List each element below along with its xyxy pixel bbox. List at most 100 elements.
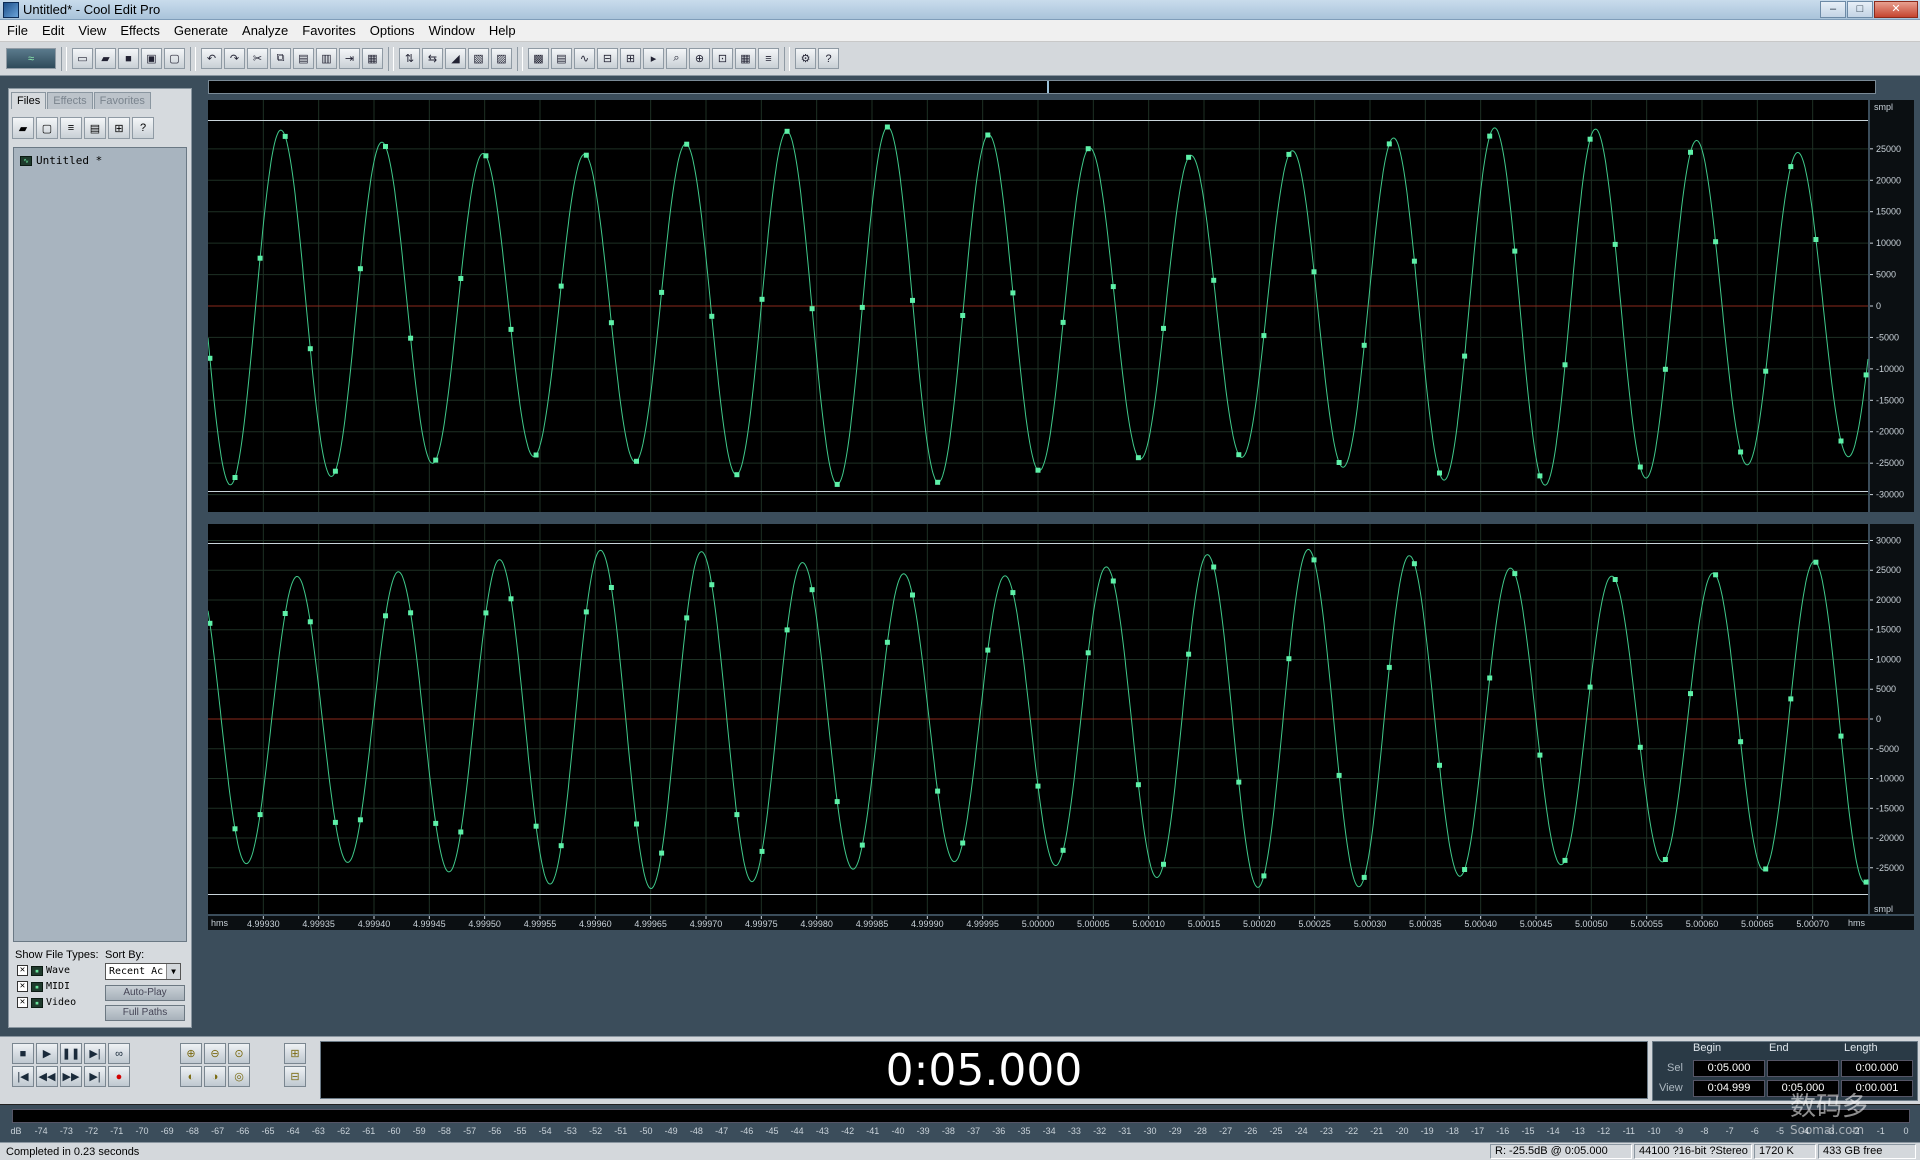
sample-point[interactable] <box>709 313 715 319</box>
sample-point[interactable] <box>232 475 238 480</box>
sample-point[interactable] <box>1738 449 1744 455</box>
sample-point[interactable] <box>1085 146 1091 152</box>
sample-point[interactable] <box>1713 239 1719 245</box>
play-icon[interactable]: ▶ <box>36 1043 58 1064</box>
sample-point[interactable] <box>483 153 489 159</box>
sample-point[interactable] <box>1462 353 1468 359</box>
menu-edit[interactable]: Edit <box>35 23 71 38</box>
sample-point[interactable] <box>1512 571 1518 577</box>
menu-favorites[interactable]: Favorites <box>295 23 362 38</box>
go-to-start-icon[interactable]: |◀ <box>12 1066 34 1087</box>
record-icon[interactable]: ● <box>108 1066 130 1087</box>
sample-point[interactable] <box>1211 564 1217 570</box>
sample-point[interactable] <box>1437 470 1442 476</box>
sample-point[interactable] <box>659 289 665 295</box>
sample-point[interactable] <box>1788 164 1794 170</box>
menu-file[interactable]: File <box>0 23 35 38</box>
file-type-checkbox[interactable]: ✕ <box>17 997 28 1008</box>
sample-point[interactable] <box>1060 319 1066 325</box>
sample-point[interactable] <box>834 799 840 805</box>
sample-point[interactable] <box>1838 438 1844 444</box>
sel-length-field[interactable]: 0:00.000 <box>1841 1060 1913 1077</box>
marker-icon[interactable]: ⊕ <box>689 48 710 69</box>
tab-files[interactable]: Files <box>11 92 47 109</box>
properties-icon[interactable]: ⚙ <box>795 48 816 69</box>
sample-point[interactable] <box>1186 651 1192 657</box>
sample-point[interactable] <box>659 850 665 856</box>
sample-point[interactable] <box>583 609 589 615</box>
sample-point[interactable] <box>1612 241 1618 247</box>
sample-point[interactable] <box>1813 237 1819 242</box>
time-ruler[interactable]: hms hms 4.99930 4.99935 4.99940 4.99945 4.9995… <box>208 916 1914 930</box>
rewind-icon[interactable]: ◀◀ <box>36 1066 58 1087</box>
sample-point[interactable] <box>1261 333 1267 339</box>
sample-point[interactable] <box>1763 368 1769 374</box>
amplify-icon[interactable]: ◢ <box>445 48 466 69</box>
menu-generate[interactable]: Generate <box>167 23 235 38</box>
batch-icon[interactable]: ▦ <box>735 48 756 69</box>
sample-point[interactable] <box>784 128 790 134</box>
sample-point[interactable] <box>684 615 690 621</box>
save-icon[interactable]: ■ <box>118 48 139 69</box>
close-file-icon[interactable]: ▢ <box>164 48 185 69</box>
sample-point[interactable] <box>1361 874 1367 880</box>
sample-point[interactable] <box>307 346 313 352</box>
sample-point[interactable] <box>1336 460 1342 465</box>
sample-point[interactable] <box>1211 277 1217 283</box>
overview-position-marker[interactable] <box>1047 81 1049 93</box>
sample-point[interactable] <box>1035 467 1041 473</box>
noise-reduction-icon[interactable]: ▩ <box>528 48 549 69</box>
sample-point[interactable] <box>1311 557 1317 563</box>
view-begin-field[interactable]: 0:04.999 <box>1693 1080 1765 1097</box>
sample-point[interactable] <box>1662 366 1668 372</box>
sel-end-field[interactable] <box>1767 1060 1839 1077</box>
sample-point[interactable] <box>1738 739 1744 745</box>
sample-point[interactable] <box>608 585 614 590</box>
sample-point[interactable] <box>634 821 639 827</box>
left-channel-track[interactable] <box>208 100 1869 512</box>
zoom-in-vertical-icon[interactable]: ⊞ <box>284 1043 306 1064</box>
zoom-out-horizontal-icon[interactable]: ⊖ <box>204 1043 226 1064</box>
sample-point[interactable] <box>1437 762 1442 768</box>
sample-point[interactable] <box>383 613 388 619</box>
mix-paste-icon[interactable]: ▥ <box>316 48 337 69</box>
sample-point[interactable] <box>1010 590 1016 596</box>
sample-point[interactable] <box>1637 744 1643 750</box>
sample-point[interactable] <box>1462 867 1468 872</box>
sample-point[interactable] <box>257 812 263 818</box>
sample-point[interactable] <box>960 840 966 846</box>
chevron-down-icon[interactable]: ▼ <box>166 964 180 979</box>
new-file-icon[interactable]: ▭ <box>72 48 93 69</box>
menu-effects[interactable]: Effects <box>113 23 167 38</box>
envelope-icon[interactable]: ▨ <box>491 48 512 69</box>
sample-point[interactable] <box>1863 372 1869 378</box>
spectral-view-icon[interactable]: ▤ <box>551 48 572 69</box>
stop-icon[interactable]: ■ <box>12 1043 34 1064</box>
sample-point[interactable] <box>1161 325 1166 331</box>
sample-point[interactable] <box>408 335 414 341</box>
normalize-icon[interactable]: ▧ <box>468 48 489 69</box>
sample-point[interactable] <box>1587 136 1593 142</box>
sample-point[interactable] <box>1085 650 1091 656</box>
reverse-icon[interactable]: ⇆ <box>422 48 443 69</box>
sample-point[interactable] <box>232 826 238 832</box>
menu-help[interactable]: Help <box>482 23 523 38</box>
cue-icon[interactable]: ▸ <box>643 48 664 69</box>
file-type-checkbox[interactable]: ✕ <box>17 981 28 992</box>
sample-point[interactable] <box>1135 455 1141 461</box>
sample-point[interactable] <box>1537 473 1543 479</box>
sample-point[interactable] <box>935 479 941 485</box>
sample-point[interactable] <box>433 457 439 463</box>
zoom-selection-icon[interactable]: ◎ <box>228 1066 250 1087</box>
sample-point[interactable] <box>1662 857 1668 862</box>
sample-point[interactable] <box>1637 464 1643 470</box>
sample-point[interactable] <box>1688 691 1693 697</box>
sample-point[interactable] <box>1035 783 1041 789</box>
minimize-button[interactable]: – <box>1820 1 1846 18</box>
undo-icon[interactable]: ↶ <box>201 48 222 69</box>
sample-point[interactable] <box>1512 248 1518 254</box>
sample-point[interactable] <box>458 829 464 835</box>
sample-point[interactable] <box>1286 151 1292 157</box>
sample-point[interactable] <box>1713 572 1719 578</box>
sample-point[interactable] <box>1261 873 1267 879</box>
